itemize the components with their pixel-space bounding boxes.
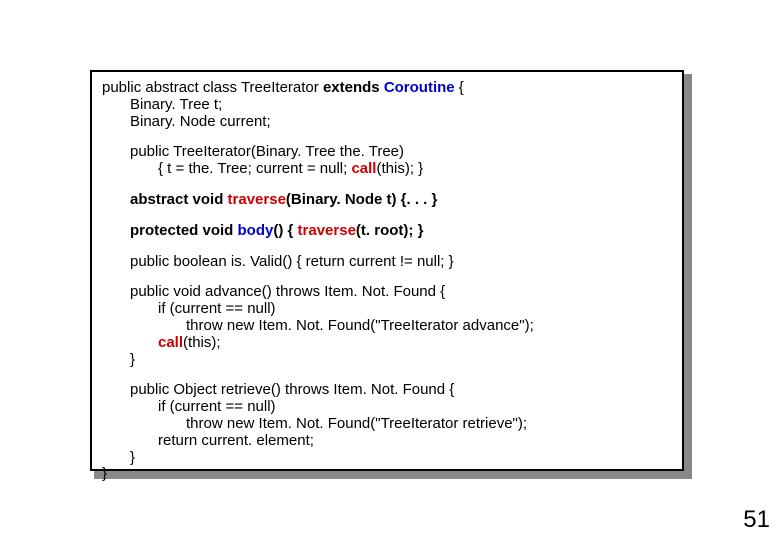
code-text: abstract void (130, 191, 228, 208)
blank-line (102, 368, 672, 382)
code-text: return current. element; (158, 432, 314, 449)
code-line: abstract void traverse(Binary. Node t) {… (102, 192, 672, 209)
code-line: public void advance() throws Item. Not. … (102, 284, 672, 301)
keyword-call: call (158, 334, 183, 351)
blank-line (102, 270, 672, 284)
code-text: Binary. Tree t; (130, 96, 222, 113)
page-number: 51 (743, 506, 770, 534)
code-line: return current. element; (102, 433, 672, 450)
code-line: if (current == null) (102, 399, 672, 416)
blank-line (102, 240, 672, 254)
code-line: Binary. Tree t; (102, 97, 672, 114)
code-text: } (130, 449, 135, 466)
code-line: public abstract class TreeIterator exten… (102, 80, 672, 97)
code-text: public abstract class TreeIterator (102, 79, 323, 96)
code-text: if (current == null) (158, 300, 276, 317)
code-text: public Object retrieve() throws Item. No… (130, 381, 454, 398)
code-text: Binary. Node current; (130, 113, 271, 130)
code-text: (t. root); } (356, 222, 423, 239)
code-text: public boolean is. Valid() { return curr… (130, 253, 454, 270)
code-text: } (130, 351, 135, 368)
code-box: public abstract class TreeIterator exten… (90, 70, 684, 471)
code-text: (this); } (376, 160, 423, 177)
method-traverse: traverse (298, 222, 356, 239)
code-line: protected void body() { traverse(t. root… (102, 223, 672, 240)
method-body: body (238, 222, 274, 239)
code-line: call(this); (102, 335, 672, 352)
code-text: { t = the. Tree; current = null; (158, 160, 351, 177)
code-text: throw new Item. Not. Found("TreeIterator… (186, 415, 527, 432)
class-coroutine: Coroutine (384, 79, 455, 96)
code-line: } (102, 466, 672, 483)
keyword-call: call (351, 160, 376, 177)
method-traverse: traverse (228, 191, 286, 208)
code-text: public TreeIterator(Binary. Tree the. Tr… (130, 143, 404, 160)
code-text: } (102, 465, 107, 482)
code-text: { (455, 79, 464, 96)
code-line: throw new Item. Not. Found("TreeIterator… (102, 318, 672, 335)
code-text: (this); (183, 334, 221, 351)
code-text: protected void (130, 222, 238, 239)
code-line: Binary. Node current; (102, 114, 672, 131)
keyword-extends: extends (323, 79, 380, 96)
code-line: } (102, 450, 672, 467)
code-text: throw new Item. Not. Found("TreeIterator… (186, 317, 534, 334)
blank-line (102, 130, 672, 144)
blank-line (102, 209, 672, 223)
code-line: public boolean is. Valid() { return curr… (102, 254, 672, 271)
code-line: public Object retrieve() throws Item. No… (102, 382, 672, 399)
code-line: { t = the. Tree; current = null; call(th… (102, 161, 672, 178)
code-text: if (current == null) (158, 398, 276, 415)
code-text: public void advance() throws Item. Not. … (130, 283, 445, 300)
blank-line (102, 178, 672, 192)
code-line: if (current == null) (102, 301, 672, 318)
code-text: () { (273, 222, 297, 239)
code-line: public TreeIterator(Binary. Tree the. Tr… (102, 144, 672, 161)
code-line: } (102, 352, 672, 369)
code-line: throw new Item. Not. Found("TreeIterator… (102, 416, 672, 433)
code-text: (Binary. Node t) {. . . } (286, 191, 437, 208)
